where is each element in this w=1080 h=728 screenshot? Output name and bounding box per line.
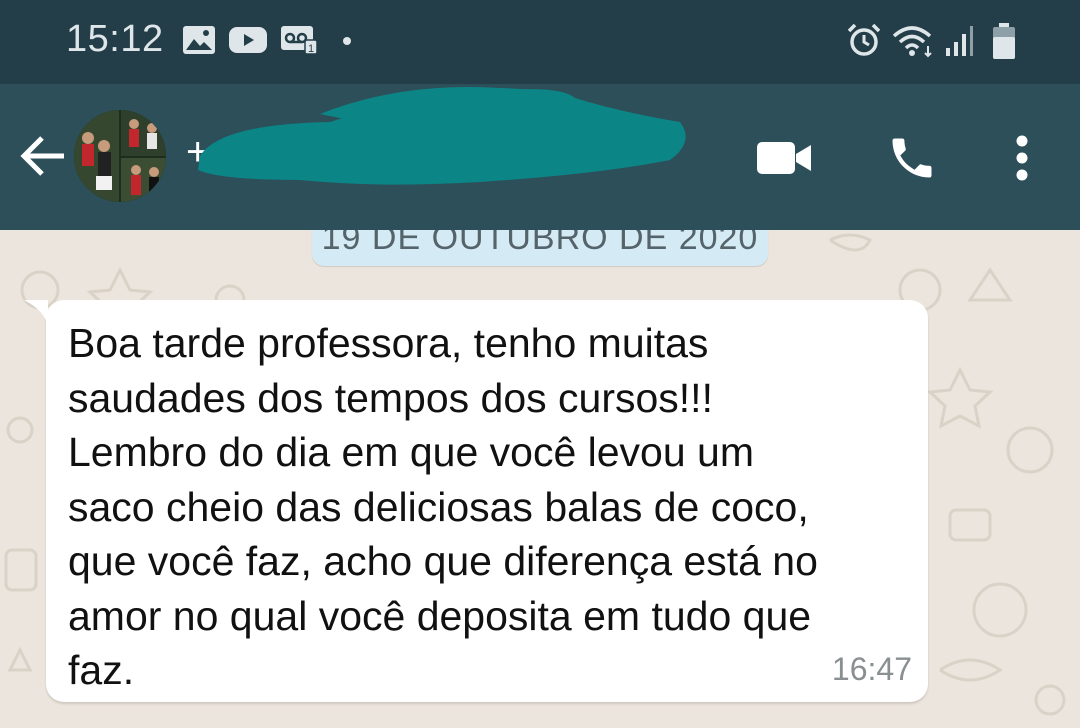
more-vertical-icon[interactable]	[1012, 134, 1032, 182]
avatar[interactable]	[74, 110, 166, 202]
bubble-tail	[24, 300, 48, 326]
message-text: Boa tarde professora, tenho muitas sauda…	[68, 320, 818, 693]
back-arrow-icon[interactable]	[20, 134, 66, 178]
message-bubble[interactable]: Boa tarde professora, tenho muitas sauda…	[24, 300, 928, 702]
dot-icon	[343, 37, 351, 45]
voicemail-icon: 1	[281, 26, 318, 55]
image-icon	[183, 26, 215, 54]
video-call-icon[interactable]	[756, 140, 812, 176]
signal-icon	[946, 26, 973, 56]
chat-header: +	[0, 84, 1080, 230]
svg-text:1: 1	[308, 43, 314, 55]
chat-area[interactable]: 19 DE OUTUBRO DE 2020 Boa tarde professo…	[0, 230, 1080, 728]
phone-icon[interactable]	[886, 132, 938, 184]
message-time: 16:47	[831, 651, 912, 687]
alarm-icon	[847, 23, 881, 56]
status-time: 15:12	[66, 18, 164, 60]
youtube-icon	[229, 27, 267, 53]
status-bar: 15:12 1	[0, 0, 1080, 84]
redaction-mark	[198, 87, 686, 185]
date-chip: 19 DE OUTUBRO DE 2020	[312, 230, 768, 266]
avatar-photo	[74, 110, 166, 202]
battery-icon	[993, 23, 1015, 59]
wifi-icon	[892, 26, 932, 58]
